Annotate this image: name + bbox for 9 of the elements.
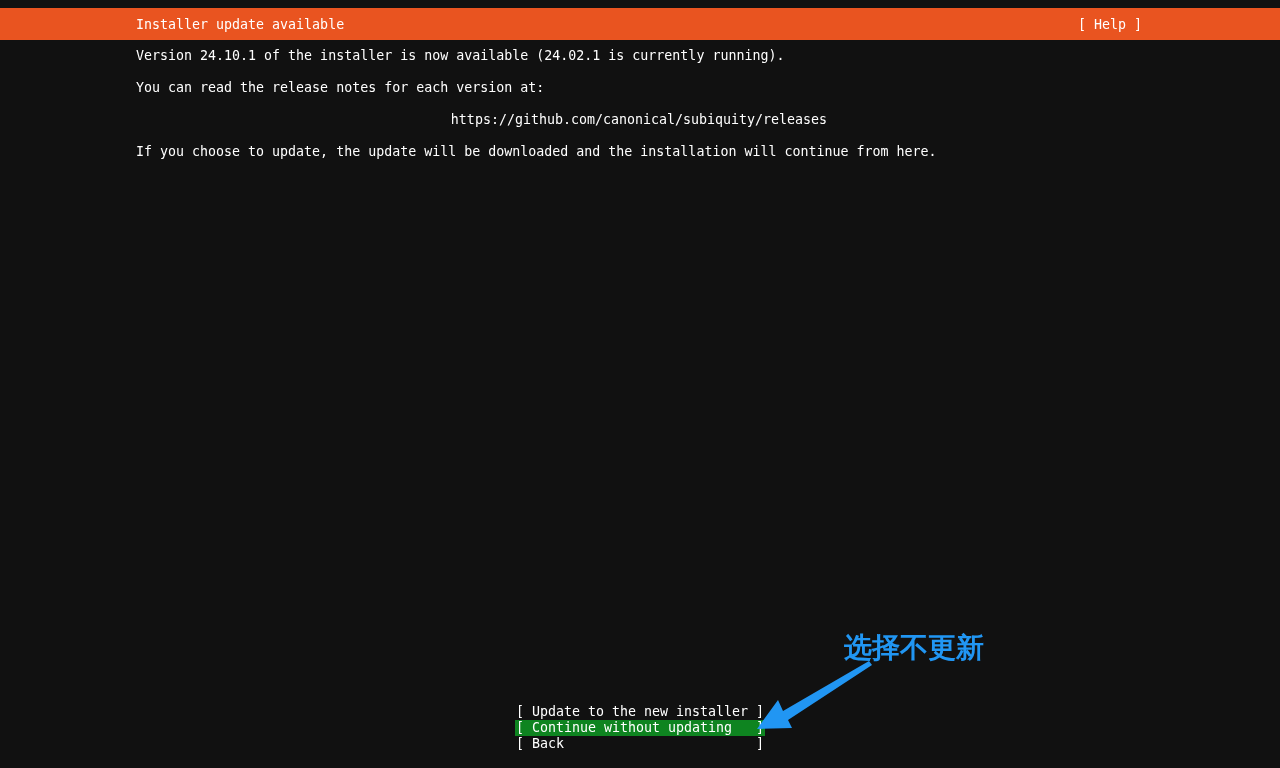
annotation-label: 选择不更新 [844, 630, 984, 666]
screen-title: Installer update available [136, 16, 345, 32]
message-text: You can read the release notes for each version at: [136, 80, 545, 95]
help-button[interactable]: [ Help ] [1077, 16, 1142, 32]
message-text: Version 24.10.1 of the installer is now available (24.02.1 is currently running). [136, 48, 785, 63]
menu-button[interactable]: [ Update to the new installer ] [514, 704, 766, 720]
menu-button[interactable]: [ Back ] [514, 736, 766, 752]
message-text: If you choose to update, the update will be downloaded and the installation will continue from here. [136, 144, 937, 159]
release-notes-link[interactable]: https://github.com/canonical/subiquity/releases [450, 112, 828, 127]
